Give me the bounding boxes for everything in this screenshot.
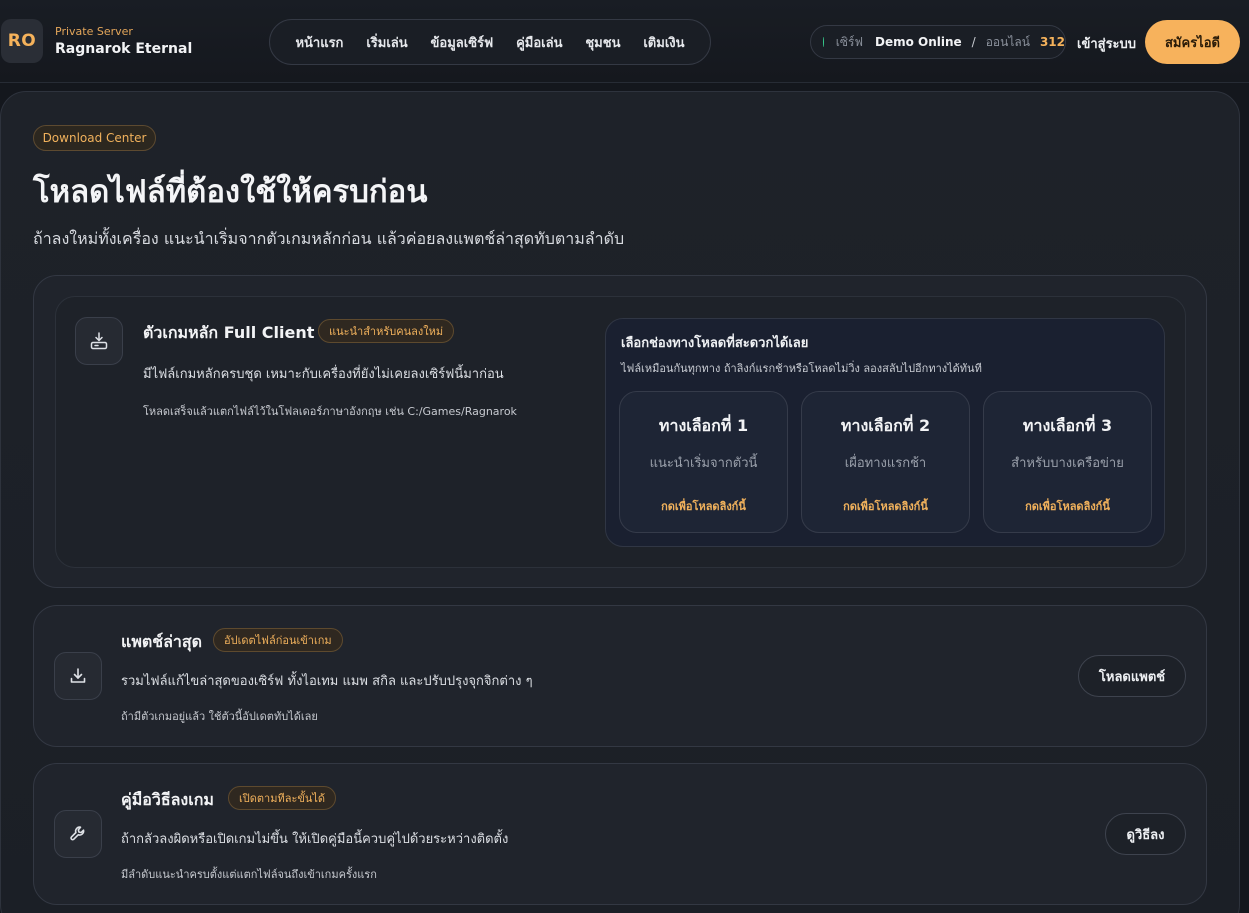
online-label: ออนไลน์ bbox=[985, 34, 1030, 49]
full-client-tag: แนะนำสำหรับคนลงใหม่ bbox=[318, 319, 455, 343]
mirror-option-subtitle: สำหรับบางเครือข่าย bbox=[1011, 456, 1124, 471]
download-icon bbox=[54, 652, 102, 700]
nav-guide[interactable]: คู่มือเล่น bbox=[516, 32, 562, 53]
mirror-description: ไฟล์เหมือนกันทุกทาง ถ้าลิงก์แรกช้าหรือโห… bbox=[621, 362, 982, 375]
page-title: โหลดไฟล์ที่ต้องใช้ให้ครบก่อน bbox=[33, 174, 428, 210]
mirror-title: เลือกช่องทางโหลดที่สะดวกได้เลย bbox=[621, 336, 809, 351]
online-count: 312 bbox=[1039, 35, 1065, 49]
nav-server-info[interactable]: ข้อมูลเซิร์ฟ bbox=[431, 32, 494, 53]
brand-name[interactable]: Ragnarok Eternal bbox=[55, 41, 192, 57]
full-client-text: มีไฟล์เกมหลักครบชุด เหมาะกับเครื่องที่ยั… bbox=[143, 367, 504, 382]
signup-button[interactable]: สมัครไอดี bbox=[1145, 20, 1240, 64]
logo[interactable]: RO bbox=[1, 19, 43, 63]
guide-title: คู่มือวิธีลงเกม bbox=[121, 790, 214, 809]
wrench-icon bbox=[54, 810, 102, 858]
patch-text: รวมไฟล์แก้ไขล่าสุดของเซิร์ฟ ทั้งไอเทม แม… bbox=[121, 674, 533, 689]
status-value: Demo Online bbox=[874, 35, 962, 49]
guide-text: ถ้ากลัวลงผิดหรือเปิดเกมไม่ขึ้น ให้เปิดคู… bbox=[121, 832, 509, 847]
patch-note: ถ้ามีตัวเกมอยู่แล้ว ใช้ตัวนี้อัปเดตทับได… bbox=[121, 710, 318, 723]
mirror-option-subtitle: เผื่อทางแรกช้า bbox=[844, 456, 927, 471]
status-separator: / bbox=[971, 35, 976, 49]
mirror-option-title: ทางเลือกที่ 3 bbox=[1022, 416, 1113, 435]
login-link[interactable]: เข้าสู่ระบบ bbox=[1077, 33, 1136, 54]
page-description: ถ้าลงใหม่ทั้งเครื่อง แนะนำเริ่มจากตัวเกม… bbox=[33, 229, 625, 248]
status-label: เซิร์ฟ bbox=[835, 34, 863, 49]
guide-note: มีลำดับแนะนำครบตั้งแต่แตกไฟล์จนถึงเข้าเก… bbox=[121, 868, 377, 881]
server-status: เซิร์ฟ Demo Online / ออนไลน์ 312 bbox=[810, 25, 1066, 59]
section-badge: Download Center bbox=[33, 125, 156, 151]
nav-start[interactable]: เริ่มเล่น bbox=[366, 32, 407, 53]
patch-title: แพตช์ล่าสุด bbox=[121, 632, 203, 651]
mirror-option-3[interactable]: ทางเลือกที่ 3 สำหรับบางเครือข่าย กดเพื่อ… bbox=[983, 391, 1152, 533]
download-box-icon bbox=[75, 317, 123, 365]
nav-home[interactable]: หน้าแรก bbox=[295, 32, 343, 53]
mirror-option-title: ทางเลือกที่ 2 bbox=[840, 416, 931, 435]
mirror-option-link[interactable]: กดเพื่อโหลดลิงก์นี้ bbox=[984, 497, 1151, 515]
status-dot-icon bbox=[823, 37, 824, 47]
brand-subtitle: Private Server bbox=[55, 25, 133, 38]
mirror-option-link[interactable]: กดเพื่อโหลดลิงก์นี้ bbox=[620, 497, 787, 515]
mirror-option-title: ทางเลือกที่ 1 bbox=[658, 416, 749, 435]
top-header: RO Private Server Ragnarok Eternal หน้าแ… bbox=[0, 0, 1249, 83]
full-client-title: ตัวเกมหลัก Full Client bbox=[143, 323, 315, 342]
main-nav: หน้าแรก เริ่มเล่น ข้อมูลเซิร์ฟ คู่มือเล่… bbox=[269, 19, 711, 65]
patch-tag: อัปเดตไฟล์ก่อนเข้าเกม bbox=[213, 628, 343, 652]
full-client-note: โหลดเสร็จแล้วแตกไฟล์ไว้ในโฟลเดอร์ภาษาอัง… bbox=[143, 405, 517, 418]
mirror-option-subtitle: แนะนำเริ่มจากตัวนี้ bbox=[649, 456, 758, 471]
nav-topup[interactable]: เติมเงิน bbox=[643, 32, 684, 53]
mirror-option-link[interactable]: กดเพื่อโหลดลิงก์นี้ bbox=[802, 497, 969, 515]
view-guide-button[interactable]: ดูวิธีลง bbox=[1105, 813, 1186, 855]
download-patch-button[interactable]: โหลดแพตช์ bbox=[1078, 655, 1186, 697]
guide-tag: เปิดตามทีละขั้นได้ bbox=[228, 786, 337, 810]
mirror-option-1[interactable]: ทางเลือกที่ 1 แนะนำเริ่มจากตัวนี้ กดเพื่… bbox=[619, 391, 788, 533]
mirror-option-2[interactable]: ทางเลือกที่ 2 เผื่อทางแรกช้า กดเพื่อโหลด… bbox=[801, 391, 970, 533]
nav-community[interactable]: ชุมชน bbox=[585, 32, 620, 53]
